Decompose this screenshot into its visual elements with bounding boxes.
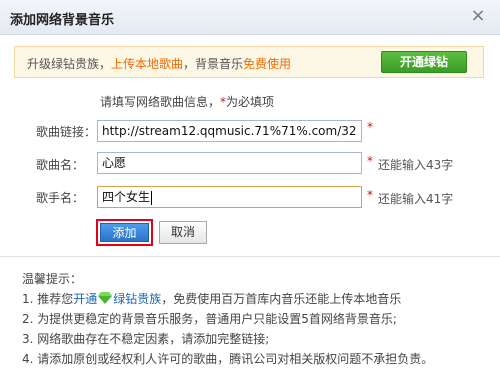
dialog-titlebar: 添加网络背景音乐 × xyxy=(0,0,500,35)
singer-name-value: 四个女生 xyxy=(102,190,151,204)
tip-1-suffix: ，免费使用百万首库内音乐还能上传本地音乐 xyxy=(161,292,402,306)
tip-green-vip-link[interactable]: 绿钻贵族 xyxy=(113,292,161,306)
tip-open-link[interactable]: 开通 xyxy=(73,292,97,306)
tip-4: 4. 请添加原创或经权利人许可的歌曲，腾讯公司对相关版权问题不承担负责。 xyxy=(22,352,434,366)
form-hint-suffix: 为必填项 xyxy=(226,95,275,109)
add-button-highlight: 添加 xyxy=(96,219,153,246)
singer-name-remaining: 还能输入41字 xyxy=(378,192,454,206)
vip-promo-prefix: 升级绿钻贵族， xyxy=(27,57,112,71)
free-use-text: 免费使用 xyxy=(243,57,292,71)
tips-title: 温馨提示： xyxy=(22,272,83,286)
form-hint-prefix: 请填写网络歌曲信息， xyxy=(100,95,221,109)
vip-promo-bar: 升级绿钻贵族，上传本地歌曲，背景音乐免费使用 开通绿钻 xyxy=(14,46,484,78)
dialog-title: 添加网络背景音乐 xyxy=(10,13,115,28)
song-name-input[interactable]: 心愿 xyxy=(97,152,362,174)
vip-promo-middle: ，背景音乐 xyxy=(183,57,244,71)
singer-name-label: 歌手名： xyxy=(36,191,85,205)
open-green-vip-button[interactable]: 开通绿钻 xyxy=(381,51,467,73)
upload-local-song-link[interactable]: 上传本地歌曲 xyxy=(111,57,183,71)
text-caret xyxy=(151,190,153,205)
cancel-button[interactable]: 取消 xyxy=(159,221,207,244)
add-button[interactable]: 添加 xyxy=(100,223,149,242)
song-name-label: 歌曲名： xyxy=(36,158,85,172)
singer-name-required-mark: * xyxy=(367,188,373,202)
singer-name-input[interactable]: 四个女生 xyxy=(97,186,362,208)
tip-1-prefix: 1. 推荐您 xyxy=(22,292,74,306)
tip-1: 1. 推荐您开通 绿钻贵族，免费使用百万首库内音乐还能上传本地音乐 xyxy=(22,290,401,307)
section-divider xyxy=(0,256,500,257)
song-link-label: 歌曲链接： xyxy=(36,125,97,139)
add-music-dialog: 添加网络背景音乐 × 升级绿钻贵族，上传本地歌曲，背景音乐免费使用 开通绿钻 请… xyxy=(0,0,500,380)
tip-3: 3. 网络歌曲存在不稳定因素，请添加完整链接; xyxy=(22,332,270,346)
vip-promo-text: 升级绿钻贵族，上传本地歌曲，背景音乐免费使用 xyxy=(27,55,291,72)
song-name-remaining: 还能输入43字 xyxy=(378,158,454,172)
tip-2: 2. 为提供更稳定的背景音乐服务，普通用户只能设置5首网络背景音乐; xyxy=(22,312,397,326)
song-link-required-mark: * xyxy=(367,120,373,134)
green-diamond-icon xyxy=(98,292,113,307)
close-icon[interactable]: × xyxy=(468,6,488,26)
song-name-required-mark: * xyxy=(367,154,373,168)
form-hint: 请填写网络歌曲信息，*为必填项 xyxy=(100,93,274,110)
song-link-input[interactable]: http://stream12.qqmusic.71%71%.com/32 xyxy=(97,120,362,142)
